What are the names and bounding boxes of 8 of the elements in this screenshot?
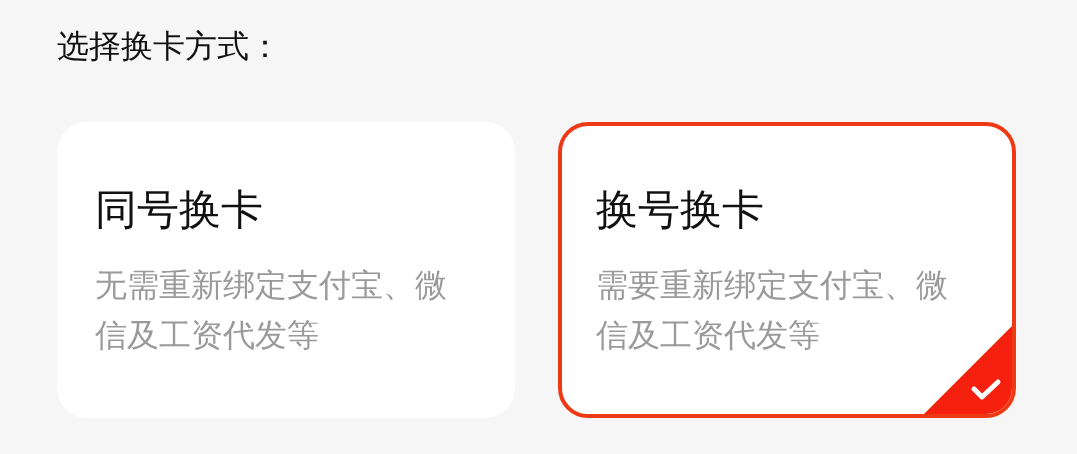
option-description: 无需重新绑定支付宝、微信及工资代发等	[95, 265, 448, 356]
option-description: 需要重新绑定支付宝、微信及工资代发等	[596, 265, 949, 356]
check-corner-icon	[924, 326, 1012, 414]
option-card[interactable]: 同号换卡 无需重新绑定支付宝、微信及工资代发等	[57, 122, 515, 418]
option-title: 换号换卡	[596, 184, 764, 236]
section-heading: 选择换卡方式：	[57, 26, 281, 67]
option-card[interactable]: 换号换卡 需要重新绑定支付宝、微信及工资代发等	[558, 122, 1016, 418]
option-title: 同号换卡	[95, 184, 263, 236]
